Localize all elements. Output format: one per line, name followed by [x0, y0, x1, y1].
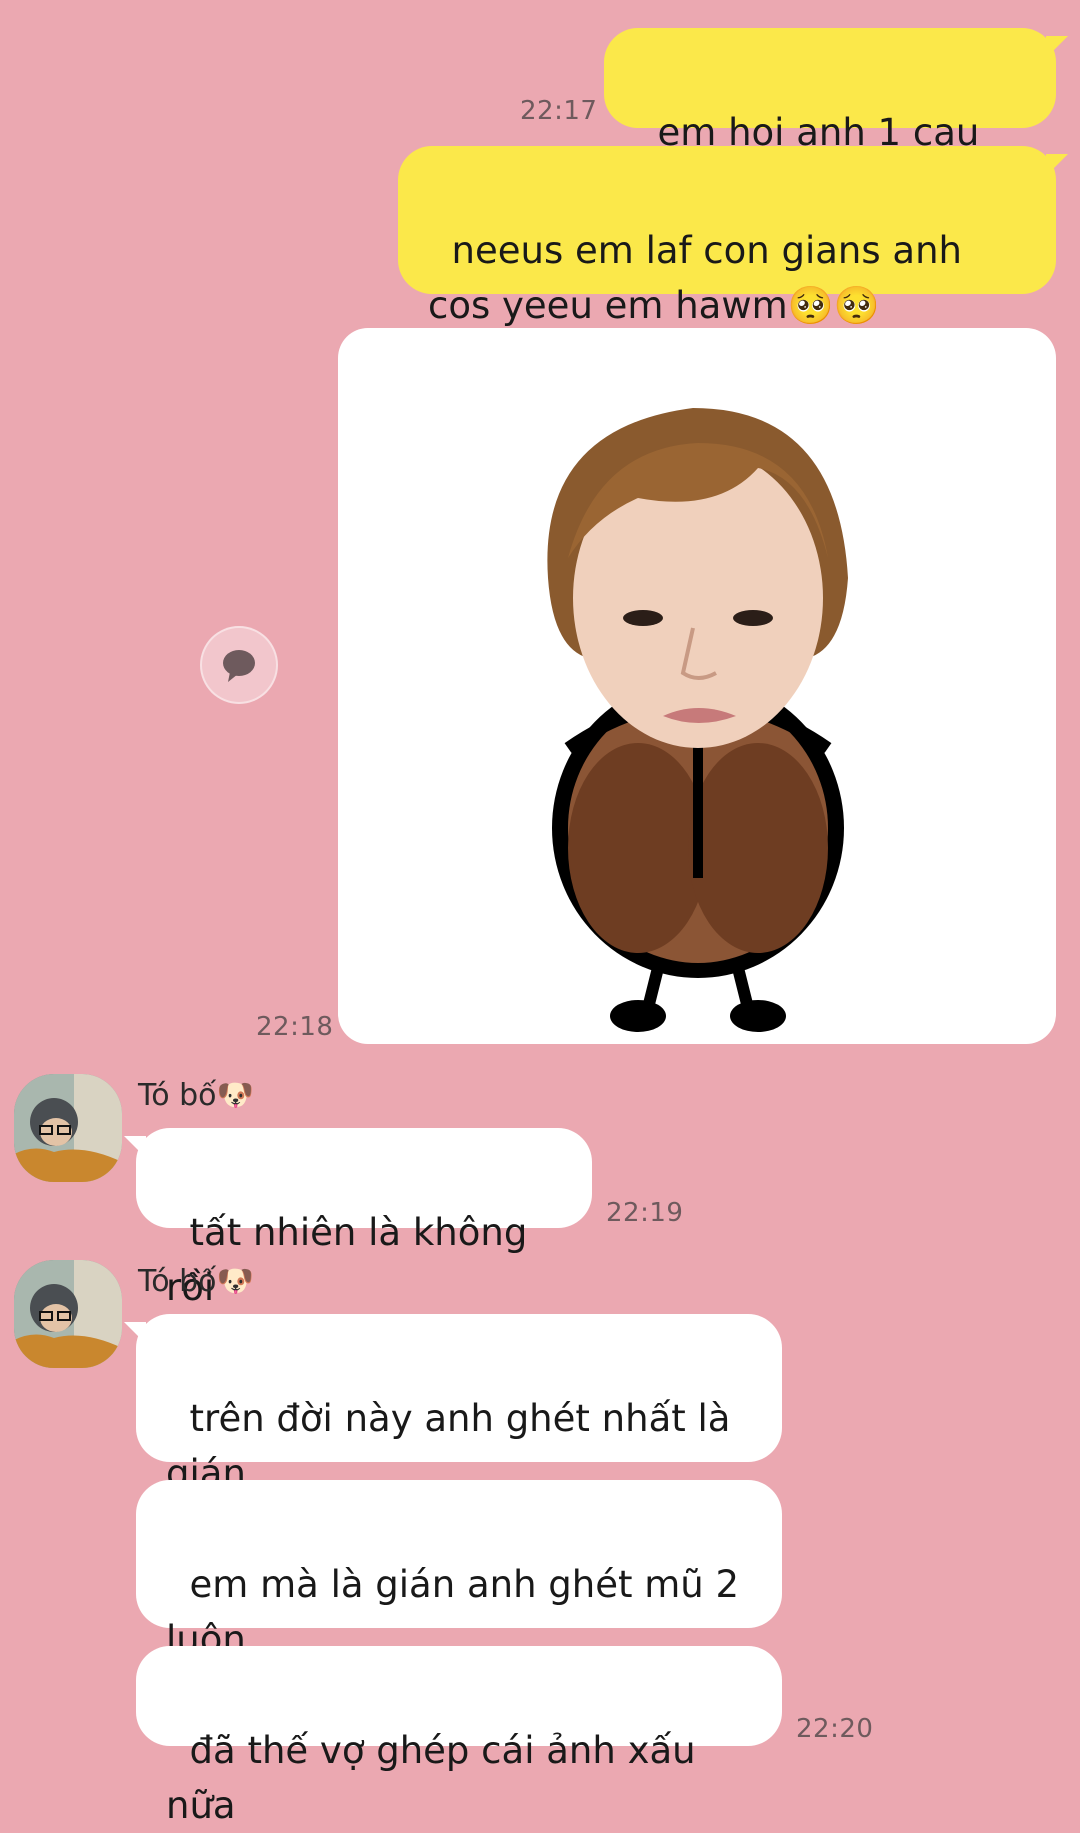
chat-bubble-icon [223, 650, 255, 682]
photo-sticker-image [547, 408, 848, 1032]
message-time: 22:17 [520, 96, 598, 126]
avatar-image [14, 1074, 122, 1182]
message-time: 22:18 [256, 1012, 334, 1042]
outgoing-message-bubble[interactable]: em hoi anh 1 cau nha [604, 28, 1056, 209]
sender-name: Tó bố🐶 [138, 1078, 254, 1113]
message-time: 22:20 [796, 1714, 874, 1744]
message-text: neeus em laf con gians anh cos yeeu em h… [428, 229, 974, 327]
shared-image[interactable] [338, 328, 1056, 1044]
incoming-message-bubble[interactable]: đã thế vợ ghép cái ảnh xấu nữa [136, 1646, 782, 1827]
bubble-tail [1046, 154, 1068, 176]
incoming-message-bubble[interactable]: em mà là gián anh ghét mũ 2 luôn [136, 1480, 782, 1661]
bubble-tail [1046, 36, 1068, 58]
avatar-image [14, 1260, 122, 1368]
avatar[interactable] [14, 1260, 122, 1368]
reply-button[interactable] [200, 626, 278, 704]
avatar[interactable] [14, 1074, 122, 1182]
message-text: đã thế vợ ghép cái ảnh xấu nữa [166, 1729, 708, 1827]
outgoing-message-bubble[interactable]: neeus em laf con gians anh cos yeeu em h… [398, 146, 1056, 327]
sender-name: Tó bố🐶 [138, 1264, 254, 1299]
incoming-message-bubble[interactable]: tất nhiên là không rồi [136, 1128, 592, 1309]
message-time: 22:19 [606, 1198, 684, 1228]
incoming-message-bubble[interactable]: trên đời này anh ghét nhất là gián [136, 1314, 782, 1495]
